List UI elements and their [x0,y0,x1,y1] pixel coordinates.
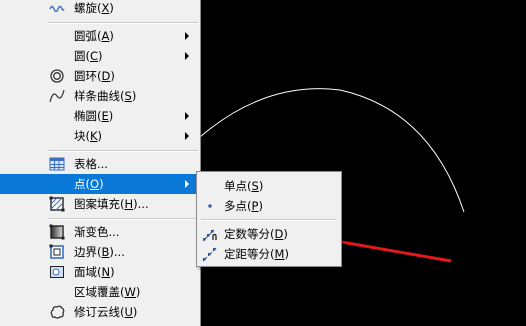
point-submenu: 单点(S) 多点(P) 定数等分(D) 定距等分(M) [196,171,342,267]
submenu-arrow-icon [185,32,189,40]
menu-item-hatch[interactable]: 图案填充(H)... [0,194,199,214]
menu-item-ellipse[interactable]: 椭圆(E) [0,106,199,126]
region-icon [49,264,65,280]
submenu-arrow-icon [185,132,189,140]
measure-icon [202,246,218,262]
donut-icon [49,68,65,84]
menu-item-region[interactable]: 面域(N) [0,262,199,282]
menu-item-helix[interactable]: 螺旋(X) [0,0,199,18]
helix-icon [49,0,65,16]
divide-icon [202,226,218,242]
menu-item-wipeout[interactable]: 区域覆盖(W) [0,282,199,302]
submenu-arrow-icon [185,52,189,60]
boundary-icon [49,244,65,260]
spline-icon [49,88,65,104]
menu-separator [48,218,198,220]
menu-item-point[interactable]: 点(O) [0,174,199,194]
menu-item-spline[interactable]: 样条曲线(S) [0,86,199,106]
submenu-separator [201,219,337,221]
menu-item-circle[interactable]: 圆(C) [0,46,199,66]
menu-item-block[interactable]: 块(K) [0,126,199,146]
submenu-item-multiple-points[interactable]: 多点(P) [197,196,341,216]
menu-item-arc[interactable]: 圆弧(A) [0,26,199,46]
menu-separator [48,150,198,152]
menu-item-table[interactable]: 表格... [0,154,199,174]
menu-separator [48,22,198,24]
submenu-item-measure[interactable]: 定距等分(M) [197,244,341,264]
menu-item-gradient[interactable]: 渐变色... [0,222,199,242]
gradient-icon [49,224,65,240]
menu-item-boundary[interactable]: 边界(B)... [0,242,199,262]
menu-item-revcloud[interactable]: 修订云线(U) [0,302,199,322]
submenu-arrow-icon [185,180,189,188]
submenu-item-single-point[interactable]: 单点(S) [197,176,341,196]
revcloud-icon [49,304,65,320]
multiple-points-icon [202,198,218,214]
submenu-item-divide[interactable]: 定数等分(D) [197,224,341,244]
table-icon [49,156,65,172]
draw-menu: 螺旋(X) 圆弧(A) 圆(C) 圆环(D) 样条曲线(S) 椭圆(E) 块(K… [0,0,201,326]
menu-item-donut[interactable]: 圆环(D) [0,66,199,86]
hatch-icon [49,196,65,212]
submenu-arrow-icon [185,112,189,120]
